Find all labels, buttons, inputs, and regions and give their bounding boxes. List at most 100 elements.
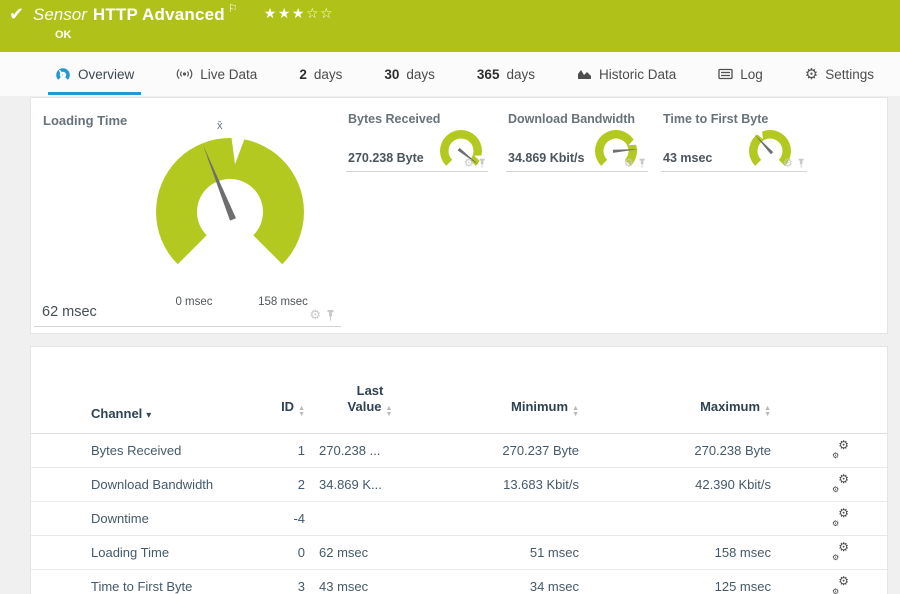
tab-2-days[interactable]: 2 days: [299, 52, 342, 96]
last-value: 34.869 K...: [319, 477, 382, 493]
stars-filled[interactable]: ★★★: [264, 5, 306, 21]
channel-id: -4: [293, 511, 305, 527]
area-chart-icon: [577, 70, 591, 79]
channel-value: 270.238 Byte: [348, 151, 424, 165]
channel-name: Download Bandwidth: [91, 477, 214, 493]
channel-gear-icon[interactable]: ⚙: [464, 157, 474, 168]
panel-corner-actions: ⚙: [783, 157, 805, 168]
minimum-value: 34 msec: [529, 579, 579, 594]
channel-table-card: Channel ▾ ID ▲ ▼ Last Value ▲ ▼ Minimum ▲ ▼ Max…: [30, 346, 888, 594]
channel-id: 0: [297, 545, 305, 561]
live-broadcast-icon: [176, 68, 193, 80]
stars-empty[interactable]: ☆☆: [306, 5, 334, 21]
channel-settings-icon[interactable]: ⚙ ⚙: [832, 506, 849, 528]
maximum-value: 158 msec: [714, 545, 771, 561]
tab-settings[interactable]: ⚙ Settings: [805, 52, 874, 96]
table-row-loading-time: Loading Time 0 62 msec 51 msec 158 msec …: [31, 536, 887, 571]
panel-corner-actions: ⚙: [624, 157, 646, 168]
panel-title: Bytes Received: [348, 112, 441, 126]
tab-overview[interactable]: Overview: [47, 52, 142, 96]
sort-icon[interactable]: ▲ ▼: [764, 405, 771, 421]
column-header-channel[interactable]: Channel ▾: [91, 406, 261, 421]
channel-gear-icon[interactable]: ⚙: [783, 157, 793, 168]
tab-log[interactable]: Log: [718, 52, 763, 96]
minimum-value: 51 msec: [529, 545, 579, 561]
channel-panel-time-to-first-byte[interactable]: Time to First Byte 43 msec ⚙: [661, 100, 807, 172]
pin-icon[interactable]: [478, 158, 486, 168]
tab-label: Overview: [78, 66, 135, 82]
tab-label: Log: [740, 66, 763, 82]
sensor-header: ✔ Sensor HTTP Advanced ⚐ ★★★☆☆ OK: [0, 0, 900, 52]
tab-label: Live Data: [200, 66, 258, 82]
pin-icon[interactable]: [638, 158, 646, 168]
channel-name: Time to First Byte: [91, 579, 193, 594]
panel-title: Time to First Byte: [663, 112, 769, 126]
flag-icon: ⚐: [227, 3, 238, 15]
sort-icon[interactable]: ▲ ▼: [298, 405, 305, 421]
pin-icon[interactable]: [797, 158, 805, 168]
sort-icon[interactable]: ▲ ▼: [386, 405, 393, 421]
tab-label: Historic Data: [598, 66, 677, 82]
column-header-maximum[interactable]: Maximum ▲ ▼: [579, 399, 771, 421]
column-header-id[interactable]: ID ▲ ▼: [261, 399, 305, 421]
panel-corner-actions: ⚙: [464, 157, 486, 168]
last-value: 270.238 ...: [319, 443, 381, 459]
log-list-icon: [718, 68, 733, 80]
ok-check-icon: ✔: [9, 4, 25, 24]
tab-historic-data[interactable]: Historic Data: [577, 52, 676, 96]
table-row-time-to-first-byte: Time to First Byte 3 43 msec 34 msec 125…: [31, 570, 887, 594]
table-row-bytes-received: Bytes Received 1 270.238 ... 270.237 Byt…: [31, 434, 887, 469]
channel-value: 34.869 Kbit/s: [508, 151, 585, 165]
maximum-value: 125 msec: [714, 579, 771, 594]
panel-corner-actions: ⚙: [309, 308, 335, 321]
channel-value: 43 msec: [663, 151, 713, 165]
loading-time-gauge: [156, 136, 305, 265]
sort-icon[interactable]: ▲ ▼: [572, 405, 579, 421]
panel-title: Download Bandwidth: [508, 112, 636, 126]
table-header-row: Channel ▾ ID ▲ ▼ Last Value ▲ ▼ Minimum ▲ ▼ Max…: [31, 347, 887, 435]
channel-panel-bytes-received[interactable]: Bytes Received 270.238 Byte ⚙: [346, 100, 488, 172]
maximum-value: 42.390 Kbit/s: [695, 477, 771, 493]
channel-settings-icon[interactable]: ⚙ ⚙: [832, 540, 849, 562]
channel-name: Downtime: [91, 511, 149, 527]
minimum-value: 270.237 Byte: [502, 443, 579, 459]
sort-down-icon[interactable]: ▾: [146, 410, 151, 421]
table-row-download-bandwidth: Download Bandwidth 2 34.869 K... 13.683 …: [31, 468, 887, 503]
title-block: Sensor HTTP Advanced ⚐ ★★★☆☆: [33, 2, 334, 25]
pin-icon[interactable]: [326, 310, 335, 321]
channel-gear-icon[interactable]: ⚙: [309, 308, 321, 321]
channel-value: 62 msec: [42, 304, 97, 320]
maximum-value: 270.238 Byte: [694, 443, 771, 459]
gear-icon: ⚙: [804, 65, 819, 83]
channel-panel-download-bandwidth[interactable]: Download Bandwidth 34.869 Kbit/s ⚙: [506, 100, 648, 172]
channel-name: Bytes Received: [91, 443, 182, 459]
channel-settings-icon[interactable]: ⚙ ⚙: [832, 472, 849, 494]
table-row-downtime: Downtime -4 ⚙ ⚙: [31, 502, 887, 537]
last-value: 62 msec: [319, 545, 369, 561]
gauge-icon: [56, 68, 70, 80]
tab-live-data[interactable]: Live Data: [176, 52, 257, 96]
channel-gear-icon[interactable]: ⚙: [624, 157, 634, 168]
gauge-max-label: 158 msec: [258, 296, 308, 308]
channel-settings-icon[interactable]: ⚙ ⚙: [832, 574, 849, 594]
minimum-value: 13.683 Kbit/s: [503, 477, 579, 493]
channel-settings-icon[interactable]: ⚙ ⚙: [832, 438, 849, 460]
column-header-minimum[interactable]: Minimum ▲ ▼: [435, 399, 579, 421]
tab-bar: Overview Live Data 2 days 30 days 365 da…: [0, 52, 900, 96]
panel-title: Loading Time: [43, 113, 128, 128]
tab-label: Settings: [825, 66, 875, 82]
object-kind-label: Sensor: [33, 5, 87, 24]
status-badge: OK: [55, 29, 72, 41]
tab-30-days[interactable]: 30 days: [384, 52, 435, 96]
page-title: HTTP Advanced: [92, 5, 225, 24]
gauge-min-label: 0 msec: [175, 296, 213, 308]
channel-panel-loading-time[interactable]: Loading Time x̄ 0 msec 158 msec 62 msec …: [34, 100, 341, 327]
channel-id: 3: [297, 579, 305, 594]
column-header-last-value[interactable]: Last Value ▲ ▼: [305, 383, 435, 421]
prtg-sensor-page: ✔ Sensor HTTP Advanced ⚐ ★★★☆☆ OK Overview …: [0, 0, 900, 594]
tab-365-days[interactable]: 365 days: [477, 52, 535, 96]
last-value: 43 msec: [319, 579, 369, 594]
channel-id: 2: [297, 477, 305, 493]
priority-stars[interactable]: ★★★☆☆: [264, 5, 334, 21]
overview-gauges-card: Loading Time x̄ 0 msec 158 msec 62 msec …: [30, 97, 888, 334]
